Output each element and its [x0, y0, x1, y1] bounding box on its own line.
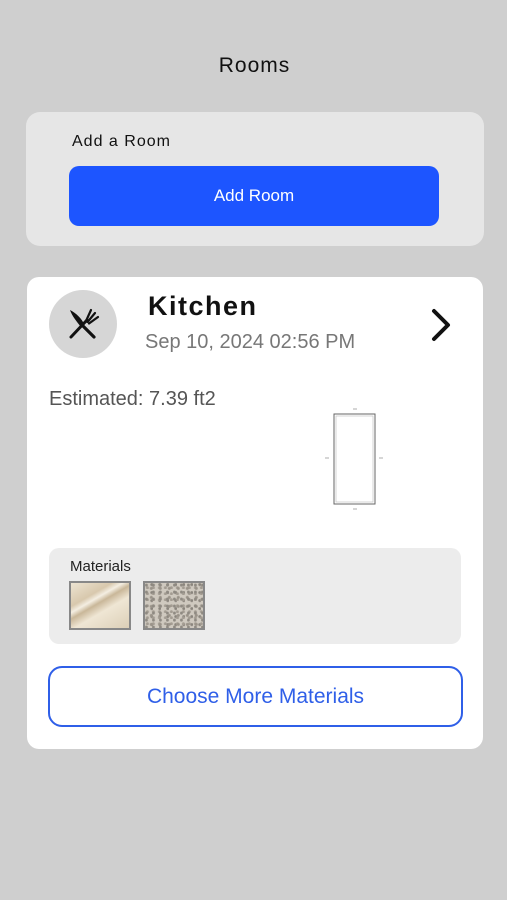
room-card-kitchen[interactable]: Kitchen Sep 10, 2024 02:56 PM Estimated:…	[27, 277, 483, 749]
rooms-screen: Rooms Add a Room Add Room Kitchen Sep 10…	[2, 0, 507, 900]
granite-swatch[interactable]	[143, 581, 205, 630]
room-floorplan-thumbnail	[325, 408, 383, 510]
add-room-button[interactable]: Add Room	[69, 166, 439, 226]
choose-more-materials-button[interactable]: Choose More Materials	[48, 666, 463, 727]
estimated-area: Estimated: 7.39 ft2	[49, 388, 216, 410]
fork-knife-icon	[69, 308, 100, 339]
room-date: Sep 10, 2024 02:56 PM	[145, 331, 356, 353]
materials-label: Materials	[70, 558, 131, 575]
add-room-card: Add a Room Add Room	[26, 112, 484, 246]
room-icon-badge	[49, 290, 117, 358]
chevron-right-icon[interactable]	[427, 305, 455, 345]
room-name: Kitchen	[148, 291, 258, 321]
page-title: Rooms	[218, 54, 291, 77]
beige-marble-swatch[interactable]	[69, 581, 131, 630]
materials-panel: Materials	[49, 548, 461, 644]
add-room-label: Add a Room	[72, 133, 171, 150]
